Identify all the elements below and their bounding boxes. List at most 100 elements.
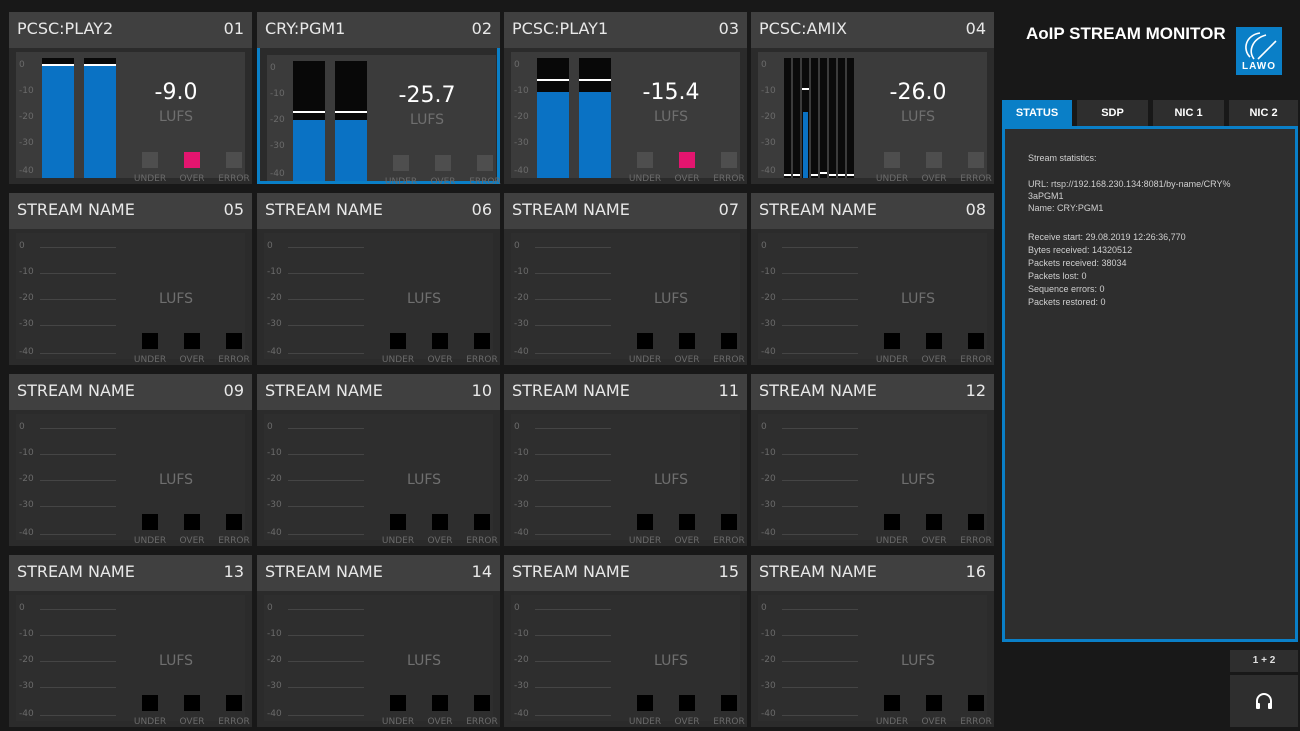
under-indicator bbox=[393, 155, 409, 171]
loudness-unit: LUFS bbox=[409, 112, 445, 128]
over-indicator bbox=[432, 514, 448, 530]
stats-sequence-errors: Sequence errors: 0 bbox=[1028, 284, 1105, 294]
stream-header: STREAM NAME 06 bbox=[257, 193, 500, 229]
scale-label: -20 bbox=[267, 655, 282, 665]
stream-name: CRY:PGM1 bbox=[265, 19, 346, 38]
scale-label: -20 bbox=[19, 112, 34, 122]
tab-nic1[interactable]: NIC 1 bbox=[1153, 100, 1224, 126]
error-indicator bbox=[226, 695, 242, 711]
meter-area: 0 -10 -20 -30 -40 LUFS UNDER OVER ERROR bbox=[264, 595, 498, 727]
under-indicator bbox=[390, 333, 406, 349]
stream-name: STREAM NAME bbox=[512, 381, 630, 400]
meter-level bbox=[42, 66, 74, 178]
stream-cell[interactable]: STREAM NAME 10 0 -10 -20 -30 -40 LUFS UNDER OVER E… bbox=[257, 374, 500, 546]
stream-cell[interactable]: STREAM NAME 11 0 -10 -20 -30 -40 LUFS UNDER OVER E… bbox=[504, 374, 747, 546]
tab-status[interactable]: STATUS bbox=[1002, 100, 1072, 126]
loudness-value: -15.4 bbox=[642, 80, 700, 105]
scale-label: -40 bbox=[267, 709, 282, 719]
scale-line bbox=[782, 273, 858, 274]
stream-number: 16 bbox=[965, 562, 986, 581]
tab-sdp[interactable]: SDP bbox=[1077, 100, 1148, 126]
scale-label: -10 bbox=[761, 448, 776, 458]
over-indicator bbox=[926, 514, 942, 530]
scale-line bbox=[782, 609, 858, 610]
scale-label: -30 bbox=[19, 138, 34, 148]
scale-line bbox=[288, 635, 364, 636]
meter-area: 0 -10 -20 -30 -40 LUFS UNDER OVER ERROR bbox=[758, 414, 992, 546]
stream-number: 06 bbox=[471, 200, 492, 219]
stream-cell[interactable]: PCSC:AMIX 04 0 -10 -20 -30 -40 -26.0 LUFS UNDER OV… bbox=[751, 12, 994, 184]
scale-line bbox=[535, 661, 611, 662]
scale-line bbox=[782, 299, 858, 300]
scale-label: -20 bbox=[761, 474, 776, 484]
scale-label: -30 bbox=[267, 681, 282, 691]
tab-nic2[interactable]: NIC 2 bbox=[1229, 100, 1298, 126]
stream-cell[interactable]: CRY:PGM1 02 0 -10 -20 -30 -40 -25.7 LUFS UNDER OVE… bbox=[257, 12, 501, 187]
channel-select-button[interactable]: 1 + 2 bbox=[1230, 650, 1298, 672]
over-label: OVER bbox=[921, 174, 947, 184]
stream-cell[interactable]: STREAM NAME 15 0 -10 -20 -30 -40 LUFS UNDER OVER E… bbox=[504, 555, 747, 727]
meter-level bbox=[537, 92, 569, 178]
scale-label: 0 bbox=[761, 60, 767, 70]
stream-cell[interactable]: STREAM NAME 12 0 -10 -20 -30 -40 LUFS UNDER OVER E… bbox=[751, 374, 994, 546]
under-indicator bbox=[142, 514, 158, 530]
stream-cell[interactable]: STREAM NAME 06 0 -10 -20 -30 -40 LUFS UNDER OVER E… bbox=[257, 193, 500, 365]
error-label: ERROR bbox=[713, 355, 745, 365]
scale-label: -20 bbox=[514, 293, 529, 303]
scale-label: -20 bbox=[761, 293, 776, 303]
stream-cell[interactable]: STREAM NAME 09 0 -10 -20 -30 -40 LUFS UNDER OVER E… bbox=[9, 374, 252, 546]
meter-peak bbox=[811, 174, 818, 176]
under-indicator bbox=[142, 695, 158, 711]
stream-name: STREAM NAME bbox=[265, 200, 383, 219]
error-label: ERROR bbox=[713, 174, 745, 184]
stream-cell[interactable]: PCSC:PLAY2 01 0 -10 -20 -30 -40 -9.0 LUFS UNDER OV… bbox=[9, 12, 252, 184]
scale-line bbox=[40, 273, 116, 274]
scale-label: 0 bbox=[514, 422, 520, 432]
stream-cell[interactable]: STREAM NAME 07 0 -10 -20 -30 -40 LUFS UNDER OVER E… bbox=[504, 193, 747, 365]
scale-label: -40 bbox=[761, 347, 776, 357]
scale-label: -30 bbox=[19, 319, 34, 329]
under-indicator bbox=[142, 333, 158, 349]
scale-label: -10 bbox=[761, 86, 776, 96]
under-indicator bbox=[637, 514, 653, 530]
scale-label: -10 bbox=[19, 86, 34, 96]
meter-bar bbox=[42, 58, 74, 178]
stream-cell[interactable]: STREAM NAME 16 0 -10 -20 -30 -40 LUFS UNDER OVER E… bbox=[751, 555, 994, 727]
stream-cell[interactable]: STREAM NAME 13 0 -10 -20 -30 -40 LUFS UNDER OVER E… bbox=[9, 555, 252, 727]
stream-header: STREAM NAME 13 bbox=[9, 555, 252, 591]
scale-line bbox=[288, 534, 364, 535]
scale-line bbox=[288, 353, 364, 354]
over-indicator bbox=[926, 695, 942, 711]
meter-area: 0 -10 -20 -30 -40 LUFS UNDER OVER ERROR bbox=[758, 233, 992, 365]
scale-label: -20 bbox=[761, 112, 776, 122]
under-indicator bbox=[637, 333, 653, 349]
under-label: UNDER bbox=[875, 355, 909, 365]
stats-receive-start: Receive start: 29.08.2019 12:26:36,770 bbox=[1028, 232, 1186, 242]
stream-cell[interactable]: STREAM NAME 14 0 -10 -20 -30 -40 LUFS UNDER OVER E… bbox=[257, 555, 500, 727]
under-label: UNDER bbox=[628, 355, 662, 365]
over-label: OVER bbox=[427, 717, 453, 727]
meter-bar bbox=[579, 58, 611, 178]
scale-line bbox=[782, 325, 858, 326]
stream-cell[interactable]: STREAM NAME 08 0 -10 -20 -30 -40 LUFS UNDER OVER E… bbox=[751, 193, 994, 365]
scale-line bbox=[535, 325, 611, 326]
over-indicator bbox=[432, 695, 448, 711]
stream-cell[interactable]: STREAM NAME 05 0 -10 -20 -30 -40 LUFS UNDER OVER E… bbox=[9, 193, 252, 365]
error-label: ERROR bbox=[466, 355, 498, 365]
stream-cell[interactable]: PCSC:PLAY1 03 0 -10 -20 -30 -40 -15.4 LUFS UNDER O… bbox=[504, 12, 747, 184]
scale-label: -10 bbox=[514, 267, 529, 277]
loudness-unit: LUFS bbox=[653, 653, 689, 669]
under-indicator bbox=[884, 695, 900, 711]
scale-line bbox=[782, 353, 858, 354]
loudness-unit: LUFS bbox=[406, 472, 442, 488]
scale-label: -30 bbox=[514, 319, 529, 329]
scale-line bbox=[40, 609, 116, 610]
meter-area: 0 -10 -20 -30 -40 LUFS UNDER OVER ERROR bbox=[511, 414, 745, 546]
scale-line bbox=[535, 609, 611, 610]
scale-line bbox=[40, 247, 116, 248]
loudness-unit: LUFS bbox=[900, 472, 936, 488]
headphone-button[interactable] bbox=[1230, 675, 1298, 727]
loudness-unit: LUFS bbox=[900, 109, 936, 125]
meter-area: 0 -10 -20 -30 -40 LUFS UNDER OVER ERROR bbox=[758, 595, 992, 727]
stream-name: STREAM NAME bbox=[759, 381, 877, 400]
